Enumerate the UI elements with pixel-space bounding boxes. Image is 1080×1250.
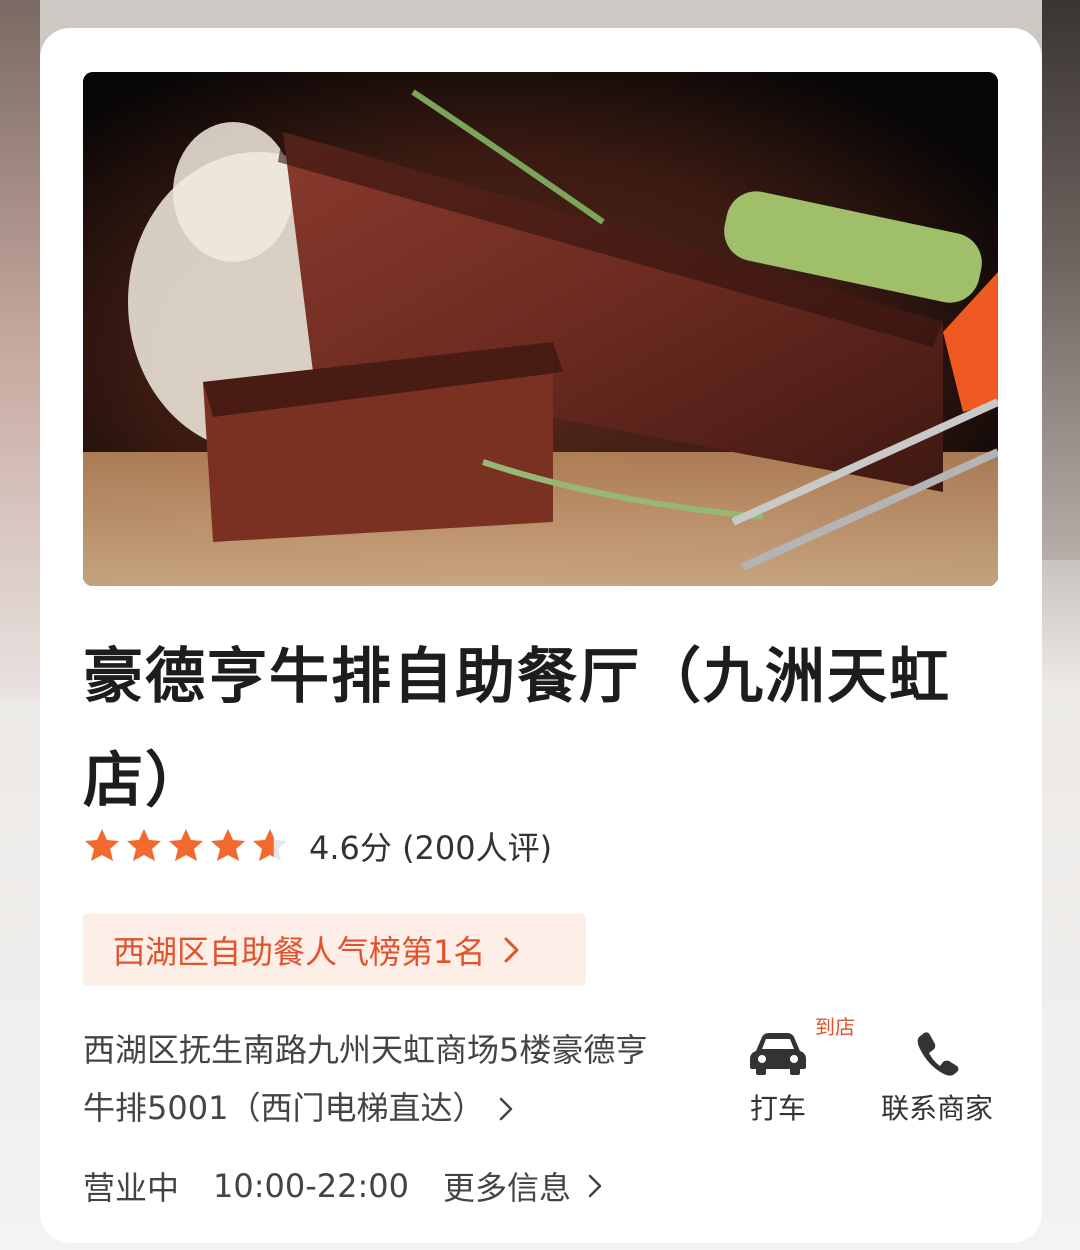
- more-info-link[interactable]: 更多信息: [443, 1163, 571, 1209]
- chevron-right-icon: [504, 937, 519, 963]
- background-right: [1042, 0, 1080, 560]
- restaurant-card[interactable]: 豪德亨牛排自助餐厅（九洲天虹店） 4.6分 (200人评) 西湖区自助餐人气榜第…: [40, 28, 1042, 1243]
- background-left: [0, 0, 40, 700]
- star-icon: [85, 829, 119, 861]
- rating-row: 4.6分 (200人评): [83, 824, 552, 868]
- contact-label: 联系商家: [880, 1092, 993, 1125]
- rank-badge-label: 西湖区自助餐人气榜第1名: [113, 933, 486, 971]
- chevron-right-icon: [588, 1174, 602, 1198]
- contact-merchant-button[interactable]: 联系商家: [872, 1023, 1002, 1127]
- hours-row: 营业中 10:00-22:00 更多信息: [83, 1160, 603, 1212]
- business-status: 营业中: [83, 1169, 180, 1207]
- address-link[interactable]: 西湖区抚生南路九州天虹商场5楼豪德亨牛排5001（西门电梯直达）: [83, 1021, 663, 1137]
- star-icon: [211, 829, 245, 861]
- star-rating: [83, 827, 293, 865]
- taxi-button[interactable]: 到店 打车: [720, 1015, 855, 1127]
- rating-text: 4.6分 (200人评): [309, 829, 553, 867]
- star-icon: [253, 829, 287, 861]
- chevron-right-icon: [500, 1097, 513, 1121]
- restaurant-photo[interactable]: [83, 72, 998, 586]
- address-text: 西湖区抚生南路九州天虹商场5楼豪德亨牛排5001（西门电梯直达）: [83, 1031, 648, 1127]
- taxi-label: 打车: [749, 1092, 806, 1125]
- star-icon: [127, 829, 161, 861]
- steak-photo-illustration: [83, 72, 998, 586]
- taxi-tag: 到店: [815, 1015, 855, 1039]
- phone-icon: [917, 1032, 959, 1076]
- rank-badge[interactable]: 西湖区自助餐人气榜第1名: [83, 914, 586, 986]
- business-hours: 10:00-22:00: [213, 1167, 409, 1205]
- restaurant-name: 豪德亨牛排自助餐厅（九洲天虹店）: [83, 642, 951, 816]
- car-icon: [750, 1033, 806, 1075]
- star-icon: [169, 829, 203, 861]
